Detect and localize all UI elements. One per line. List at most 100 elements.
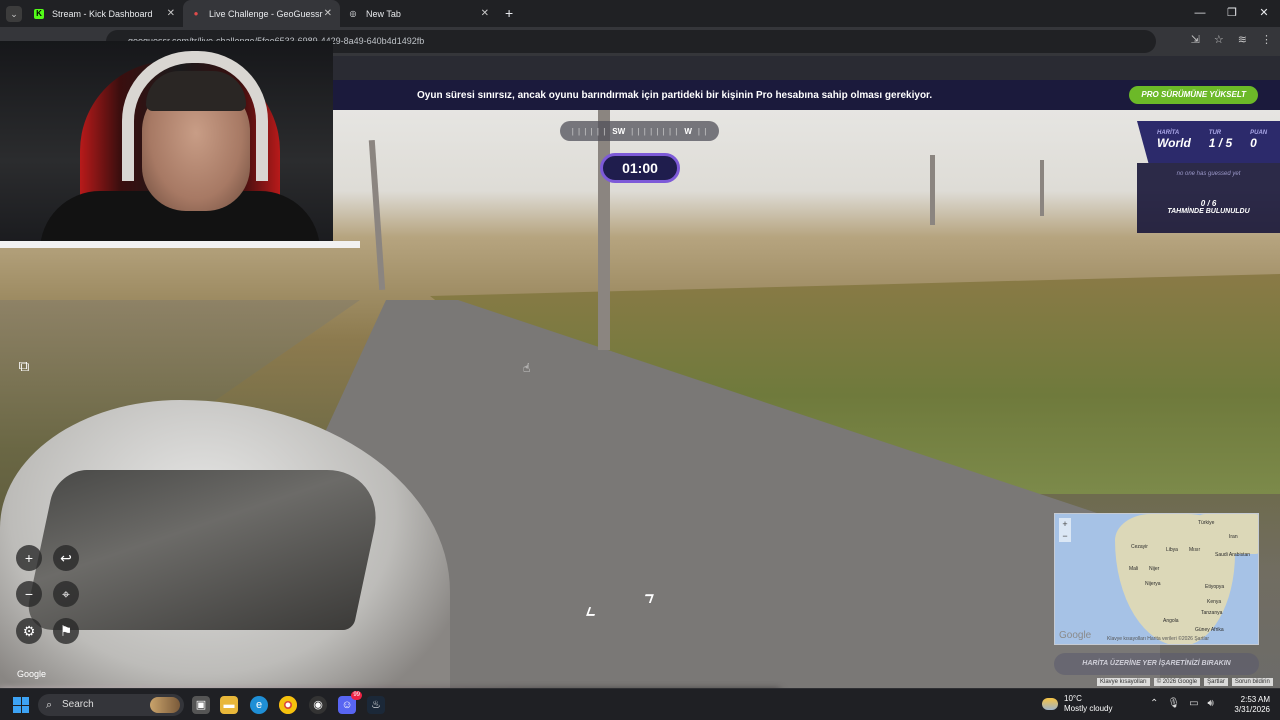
minimap-google-logo: Google — [1059, 630, 1092, 641]
windows-taskbar: ⌕ Search ▣ ▬ e ● ◉ ☺ 99 ♨ 10°C Mostly cl… — [0, 688, 1280, 720]
map-label: Mali — [1129, 566, 1139, 572]
utility-pole — [1040, 160, 1044, 216]
restore-icon[interactable]: ❐ — [1216, 0, 1248, 26]
map-label: Nijerya — [1145, 581, 1161, 587]
tab-new-tab[interactable]: ◎ New Tab ✕ — [340, 0, 497, 27]
guess-count-value: 0 / 6 — [1200, 199, 1217, 208]
menu-dots-icon[interactable]: ⋮ — [1261, 33, 1272, 46]
keyboard-shortcuts-link[interactable]: Klavye kısayolları — [1097, 678, 1150, 686]
chevron-up-icon[interactable]: ⌃ — [1150, 698, 1158, 709]
guess-minimap[interactable]: + − Türkiye Iran Cezayir Libya Mısır Saud… — [1054, 513, 1259, 645]
weather-widget[interactable]: 10°C Mostly cloudy — [1042, 694, 1112, 714]
weather-temp: 10°C — [1064, 694, 1082, 703]
round-timer: 01:00 — [600, 153, 680, 183]
status-round-value: 1 / 5 — [1208, 136, 1233, 150]
install-app-icon[interactable]: ⇲ — [1191, 33, 1200, 46]
pro-notice-banner: Oyun süresi sınırsız, ancak oyunu barınd… — [333, 80, 1280, 110]
minimap-zoom-controls[interactable]: + − — [1059, 518, 1071, 542]
tab-search-icon[interactable]: ⌄ — [6, 6, 22, 22]
map-label: Angola — [1163, 618, 1179, 624]
edge-icon[interactable]: e — [250, 696, 268, 714]
minimize-icon[interactable]: — — [1184, 0, 1216, 26]
network-icon[interactable]: ▭ — [1189, 698, 1198, 709]
webcam-border — [0, 241, 360, 248]
screen: ⌄ K Stream - Kick Dashboard ✕ ● Live Cha… — [0, 0, 1280, 720]
kick-icon: K — [34, 8, 44, 19]
report-problem-link[interactable]: Sorun bildirin — [1231, 678, 1273, 686]
window-controls: — ❐ ✕ — [1184, 0, 1280, 26]
obs-icon[interactable]: ◉ — [309, 696, 327, 714]
map-label: Tanzanya — [1201, 610, 1223, 616]
utility-pole — [368, 139, 386, 291]
status-round: TUR 1 / 5 — [1209, 130, 1232, 163]
car-window — [22, 470, 388, 630]
discord-badge: 99 — [351, 691, 362, 700]
chrome-icon: ◎ — [349, 9, 357, 18]
banner-text: Oyun süresi sınırsız, ancak oyunu barınd… — [417, 89, 933, 101]
map-label: Türkiye — [1198, 520, 1215, 526]
zoom-out-button[interactable]: − — [16, 581, 42, 607]
webcam-overlay — [0, 41, 333, 241]
close-tab-icon[interactable]: ✕ — [324, 8, 332, 19]
search-highlight-icon — [150, 697, 180, 713]
close-tab-icon[interactable]: ✕ — [481, 8, 489, 19]
close-window-icon[interactable]: ✕ — [1248, 0, 1280, 26]
chrome-icon[interactable]: ● — [279, 696, 297, 714]
extensions-icon[interactable]: ≋ — [1238, 33, 1247, 46]
status-header: HARİTA World TUR 1 / 5 PUAN 0 — [1137, 121, 1280, 163]
settings-button[interactable]: ⚙ — [16, 618, 42, 644]
map-label: Mısır — [1189, 547, 1201, 553]
clock-time: 2:53 AM — [1240, 695, 1270, 704]
compass[interactable]: | | | | | | SW | | | | | | | | W | | — [560, 121, 719, 141]
move-arrow-icon[interactable]: ⌞⌝ — [568, 585, 713, 625]
discord-icon[interactable]: ☺ 99 — [338, 691, 362, 714]
windows-start-icon[interactable] — [13, 697, 29, 713]
geoguessr-pin-icon: ● — [193, 9, 199, 18]
zoom-in-button[interactable]: + — [16, 545, 42, 571]
taskbar-clock[interactable]: 2:53 AM 3/31/2026 — [1226, 695, 1270, 715]
map-label: Etiyopya — [1205, 584, 1225, 590]
tab-geoguessr[interactable]: ● Live Challenge - GeoGuessr ✕ — [183, 0, 340, 27]
map-label: Nijer — [1149, 566, 1160, 572]
map-label: Güney Afrika — [1195, 627, 1224, 633]
clock-date: 3/31/2026 — [1234, 705, 1270, 714]
upgrade-pro-button[interactable]: PRO SÜRÜMÜNE YÜKSELT — [1129, 86, 1258, 104]
report-icon[interactable]: ⧉ — [11, 354, 37, 380]
map-label: Cezayir — [1131, 544, 1148, 550]
compass-ticks: | | | | | | | | — [631, 126, 679, 136]
taskbar-search[interactable]: ⌕ Search — [38, 694, 184, 716]
undo-move-button[interactable]: ↩ — [53, 545, 79, 571]
browser-tab-bar: ⌄ K Stream - Kick Dashboard ✕ ● Live Cha… — [0, 0, 1280, 27]
file-explorer-icon[interactable]: ▬ — [220, 696, 238, 714]
task-view-icon[interactable]: ▣ — [192, 696, 210, 714]
compass-heading-w: W — [684, 126, 692, 136]
status-map-value: World — [1157, 136, 1191, 150]
map-label: Iran — [1229, 534, 1238, 540]
taskbar-search-label: Search — [62, 699, 94, 710]
checkpoint-flag-button[interactable]: ⚑ — [53, 618, 79, 644]
status-map: HARİTA World — [1157, 130, 1191, 163]
tab-kick-dashboard[interactable]: K Stream - Kick Dashboard ✕ — [26, 0, 183, 27]
mouse-cursor-icon: ☝ — [523, 361, 531, 375]
close-tab-icon[interactable]: ✕ — [167, 8, 175, 19]
map-label: Kenya — [1207, 599, 1222, 605]
no-guess-text: no one has guessed yet — [1137, 163, 1280, 189]
place-guess-button[interactable]: HARİTA ÜZERİNE YER İŞARETİNİZİ BIRAKIN — [1054, 653, 1259, 675]
terms-link[interactable]: Şartlar — [1204, 678, 1228, 686]
weather-desc: Mostly cloudy — [1064, 704, 1113, 713]
utility-pole — [598, 110, 610, 350]
map-label: Saudi Arabistan — [1215, 552, 1251, 558]
search-icon: ⌕ — [46, 699, 53, 711]
toolbar-actions: ⇲ ☆ ≋ ⋮ — [1191, 33, 1272, 46]
bookmark-star-icon[interactable]: ☆ — [1214, 33, 1224, 46]
new-tab-icon[interactable]: + — [505, 5, 513, 21]
system-tray: ⌃ 🎙︎ ▭ 🔊︎ — [1150, 698, 1214, 709]
weather-text: 10°C Mostly cloudy — [1064, 694, 1112, 714]
tab-title: New Tab — [366, 8, 401, 19]
tab-title: Live Challenge - GeoGuessr — [209, 8, 323, 19]
steam-icon[interactable]: ♨ — [367, 696, 385, 714]
return-to-start-button[interactable]: ⌖ — [53, 581, 79, 607]
volume-icon[interactable]: 🔊︎ — [1208, 698, 1214, 709]
google-footer-links: Klavye kısayolları © 2026 Google Şartlar… — [1097, 678, 1273, 686]
microphone-icon[interactable]: 🎙︎ — [1167, 698, 1180, 709]
